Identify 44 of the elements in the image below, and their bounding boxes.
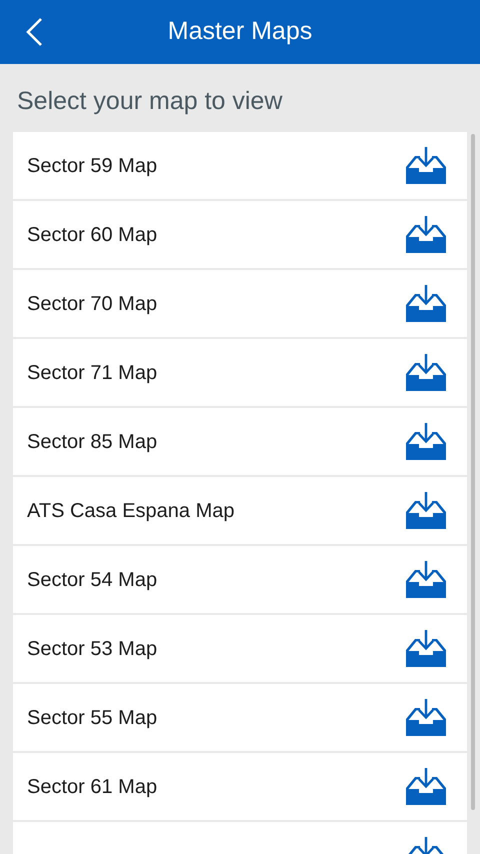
screen-title: Master Maps: [168, 16, 312, 48]
download-button[interactable]: [405, 285, 447, 322]
map-list-item[interactable]: Sector 60 Map: [13, 201, 467, 268]
map-list-item[interactable]: Sector 85 Map: [13, 408, 467, 475]
map-name: Sector 59 Map: [27, 154, 158, 178]
download-button[interactable]: [405, 630, 447, 667]
map-list-item[interactable]: Sector 70 Map: [13, 270, 467, 337]
download-button[interactable]: [405, 354, 447, 391]
download-button[interactable]: [405, 147, 447, 184]
map-name: Sector 61 Map: [27, 774, 158, 800]
download-button[interactable]: [405, 492, 447, 529]
back-icon: [24, 17, 44, 47]
download-tray-icon: [405, 216, 447, 253]
map-list-item[interactable]: ATS Casa Espana Map: [13, 477, 467, 544]
download-tray-icon: [405, 699, 447, 736]
map-list-item[interactable]: Sector 59 Map: [13, 132, 467, 199]
download-tray-icon: [405, 492, 447, 529]
download-button[interactable]: [405, 423, 447, 460]
map-list-item[interactable]: Sector 53 Map: [13, 615, 467, 682]
map-name: Sector 54 Map: [27, 568, 158, 592]
download-button[interactable]: [405, 216, 447, 253]
map-list-item[interactable]: Sector 71 Map: [13, 339, 467, 406]
scrollbar[interactable]: [471, 134, 475, 810]
download-button[interactable]: [405, 561, 447, 598]
download-tray-icon: [405, 561, 447, 598]
map-name: Sector 85 Map: [27, 430, 158, 454]
map-name: Sector 55 Map: [27, 706, 158, 730]
download-tray-icon: [405, 423, 447, 460]
download-tray-icon: [405, 768, 447, 805]
download-tray-icon: [405, 354, 447, 391]
map-name: Sector 71 Map: [27, 360, 158, 386]
download-tray-icon: [405, 630, 447, 667]
download-button[interactable]: [405, 768, 447, 805]
map-list-item[interactable]: Sector 61 Map: [13, 753, 467, 820]
map-name: Sector 70 Map: [27, 292, 158, 316]
map-list-item[interactable]: Sector 54 Map: [13, 546, 467, 613]
download-tray-icon: [405, 147, 447, 184]
map-name: ATS Casa Espana Map: [27, 498, 235, 524]
map-name: Sector 53 Map: [27, 636, 158, 662]
map-name: Sector 60 Map: [27, 222, 158, 248]
download-button[interactable]: [405, 699, 447, 736]
download-tray-icon: [405, 285, 447, 322]
map-list-item[interactable]: Sector 55 Map: [13, 684, 467, 751]
section-heading: Select your map to view: [16, 86, 284, 117]
